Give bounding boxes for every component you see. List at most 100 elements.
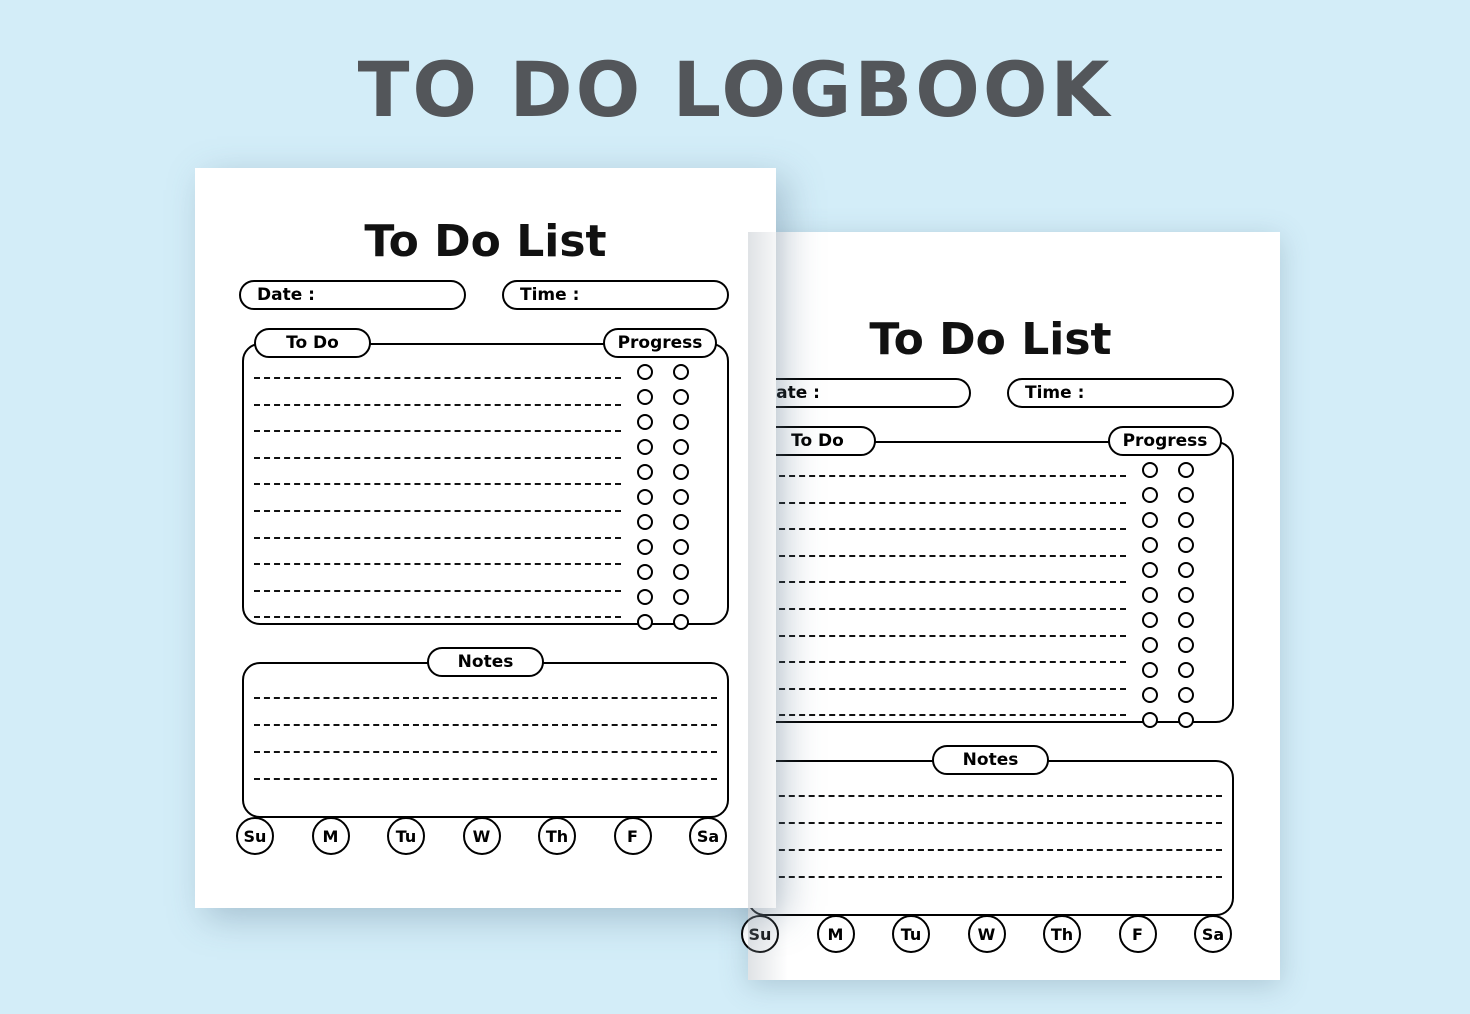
back-todo-line [759, 608, 1126, 610]
front-todo-line [254, 377, 621, 379]
back-notes-tab[interactable]: Notes [932, 745, 1049, 775]
back-progress-circle[interactable] [1178, 562, 1194, 578]
front-todo-line [254, 536, 621, 539]
front-notes-tab[interactable]: Notes [427, 647, 544, 677]
back-progress-circle[interactable] [1142, 562, 1158, 578]
back-progress-circle[interactable] [1178, 512, 1194, 528]
back-todo-line [759, 714, 1126, 717]
front-day-circle-f[interactable]: F [613, 817, 652, 855]
front-progress-circle[interactable] [637, 364, 653, 380]
front-progress-circle[interactable] [637, 439, 653, 455]
front-day-circle-th[interactable]: Th [538, 817, 576, 855]
back-notes-line [759, 876, 1222, 878]
front-day-circle-w[interactable]: W [462, 817, 501, 855]
back-todo-line [759, 687, 1126, 690]
page-title: TO DO LOGBOOK [357, 45, 1113, 134]
back-sheet-content: To Do List Date : Time : To Do Progress Notes… [700, 266, 1281, 1014]
back-progress-circle[interactable] [1142, 662, 1158, 678]
front-date-field[interactable]: Date : [239, 280, 466, 310]
front-progress-circle[interactable] [637, 464, 653, 480]
back-progress-tab[interactable]: Progress [1108, 426, 1222, 456]
front-time-label: Time : [520, 285, 580, 305]
front-sheet-card: To Do List Date : Time : To Do Progress Notes… [195, 168, 776, 908]
front-progress-circle[interactable] [673, 439, 689, 455]
front-todo-line [254, 616, 621, 619]
front-notes-box [242, 662, 729, 818]
back-progress-circle[interactable] [1178, 462, 1194, 478]
back-todo-line [759, 661, 1126, 664]
back-progress-circle[interactable] [1142, 537, 1158, 553]
back-progress-circle[interactable] [1178, 537, 1194, 553]
front-todo-line [254, 563, 621, 566]
front-todo-line [254, 589, 621, 592]
front-sheet-title: To Do List [364, 216, 607, 267]
front-progress-circle[interactable] [673, 564, 689, 580]
back-progress-circle[interactable] [1142, 612, 1158, 628]
front-progress-circle[interactable] [673, 464, 689, 480]
back-progress-circle[interactable] [1142, 687, 1158, 703]
back-day-circle-th[interactable]: Th [1043, 915, 1081, 953]
front-notes-line [254, 724, 717, 726]
front-day-circle-sa[interactable]: Sa [689, 817, 727, 855]
back-day-circle-f[interactable]: F [1118, 915, 1157, 953]
front-progress-circle[interactable] [673, 539, 689, 555]
front-progress-circle[interactable] [673, 589, 689, 605]
front-todo-line [254, 483, 621, 486]
back-time-field[interactable]: Time : [1007, 378, 1234, 408]
front-progress-circle[interactable] [637, 514, 653, 530]
back-sheet-title: To Do List [869, 314, 1112, 365]
back-todo-line [759, 528, 1126, 531]
front-notes-line [254, 751, 717, 753]
back-progress-circle[interactable] [1142, 487, 1158, 503]
back-todo-line [759, 581, 1126, 584]
front-date-label: Date : [257, 285, 315, 305]
front-progress-circle[interactable] [637, 589, 653, 605]
back-todo-line [759, 554, 1126, 557]
front-progress-circle[interactable] [673, 514, 689, 530]
back-progress-circle[interactable] [1178, 587, 1194, 603]
back-progress-circle[interactable] [1178, 612, 1194, 628]
front-day-circle-m[interactable]: M [311, 817, 350, 855]
back-progress-circle[interactable] [1142, 462, 1158, 478]
back-progress-circle[interactable] [1178, 637, 1194, 653]
back-progress-circle[interactable] [1142, 587, 1158, 603]
back-progress-circle[interactable] [1178, 712, 1194, 728]
front-progress-circle[interactable] [637, 389, 653, 405]
back-sheet-card: To Do List Date : Time : To Do Progress Notes… [741, 232, 1280, 980]
front-progress-circle[interactable] [673, 489, 689, 505]
back-progress-circle[interactable] [1178, 487, 1194, 503]
front-todo-line [254, 456, 621, 459]
back-day-circle-m[interactable]: M [816, 915, 855, 953]
front-progress-circle[interactable] [637, 414, 653, 430]
front-progress-circle[interactable] [637, 539, 653, 555]
back-day-circle-tu[interactable]: Tu [892, 915, 930, 953]
back-todo-tab[interactable]: To Do [759, 426, 876, 456]
back-progress-circle[interactable] [1142, 637, 1158, 653]
back-notes-box [747, 760, 1234, 916]
front-day-circle-tu[interactable]: Tu [387, 817, 425, 855]
back-todo-line [759, 475, 1126, 477]
front-progress-circle[interactable] [637, 614, 653, 630]
front-todo-tab[interactable]: To Do [254, 328, 371, 358]
back-day-circle-w[interactable]: W [967, 915, 1006, 953]
front-day-circle-su[interactable]: Su [236, 817, 274, 855]
front-progress-circle[interactable] [673, 389, 689, 405]
back-progress-circle[interactable] [1142, 512, 1158, 528]
back-day-circle-sa[interactable]: Sa [1194, 915, 1232, 953]
back-progress-circle[interactable] [1142, 712, 1158, 728]
front-progress-circle[interactable] [673, 614, 689, 630]
front-progress-tab[interactable]: Progress [603, 328, 717, 358]
back-date-field[interactable]: Date : [744, 378, 971, 408]
back-progress-circle[interactable] [1178, 687, 1194, 703]
front-progress-circle[interactable] [673, 414, 689, 430]
back-todo-line [759, 634, 1126, 637]
back-notes-line [759, 849, 1222, 851]
back-progress-circle[interactable] [1178, 662, 1194, 678]
front-progress-circle[interactable] [637, 564, 653, 580]
back-sheet-inner: To Do List Date : Time : To Do Progress Notes… [741, 232, 1280, 980]
front-time-field[interactable]: Time : [502, 280, 729, 310]
front-progress-circle[interactable] [673, 364, 689, 380]
back-day-circle-su[interactable]: Su [741, 915, 779, 953]
front-notes-line [254, 697, 717, 699]
front-progress-circle[interactable] [637, 489, 653, 505]
